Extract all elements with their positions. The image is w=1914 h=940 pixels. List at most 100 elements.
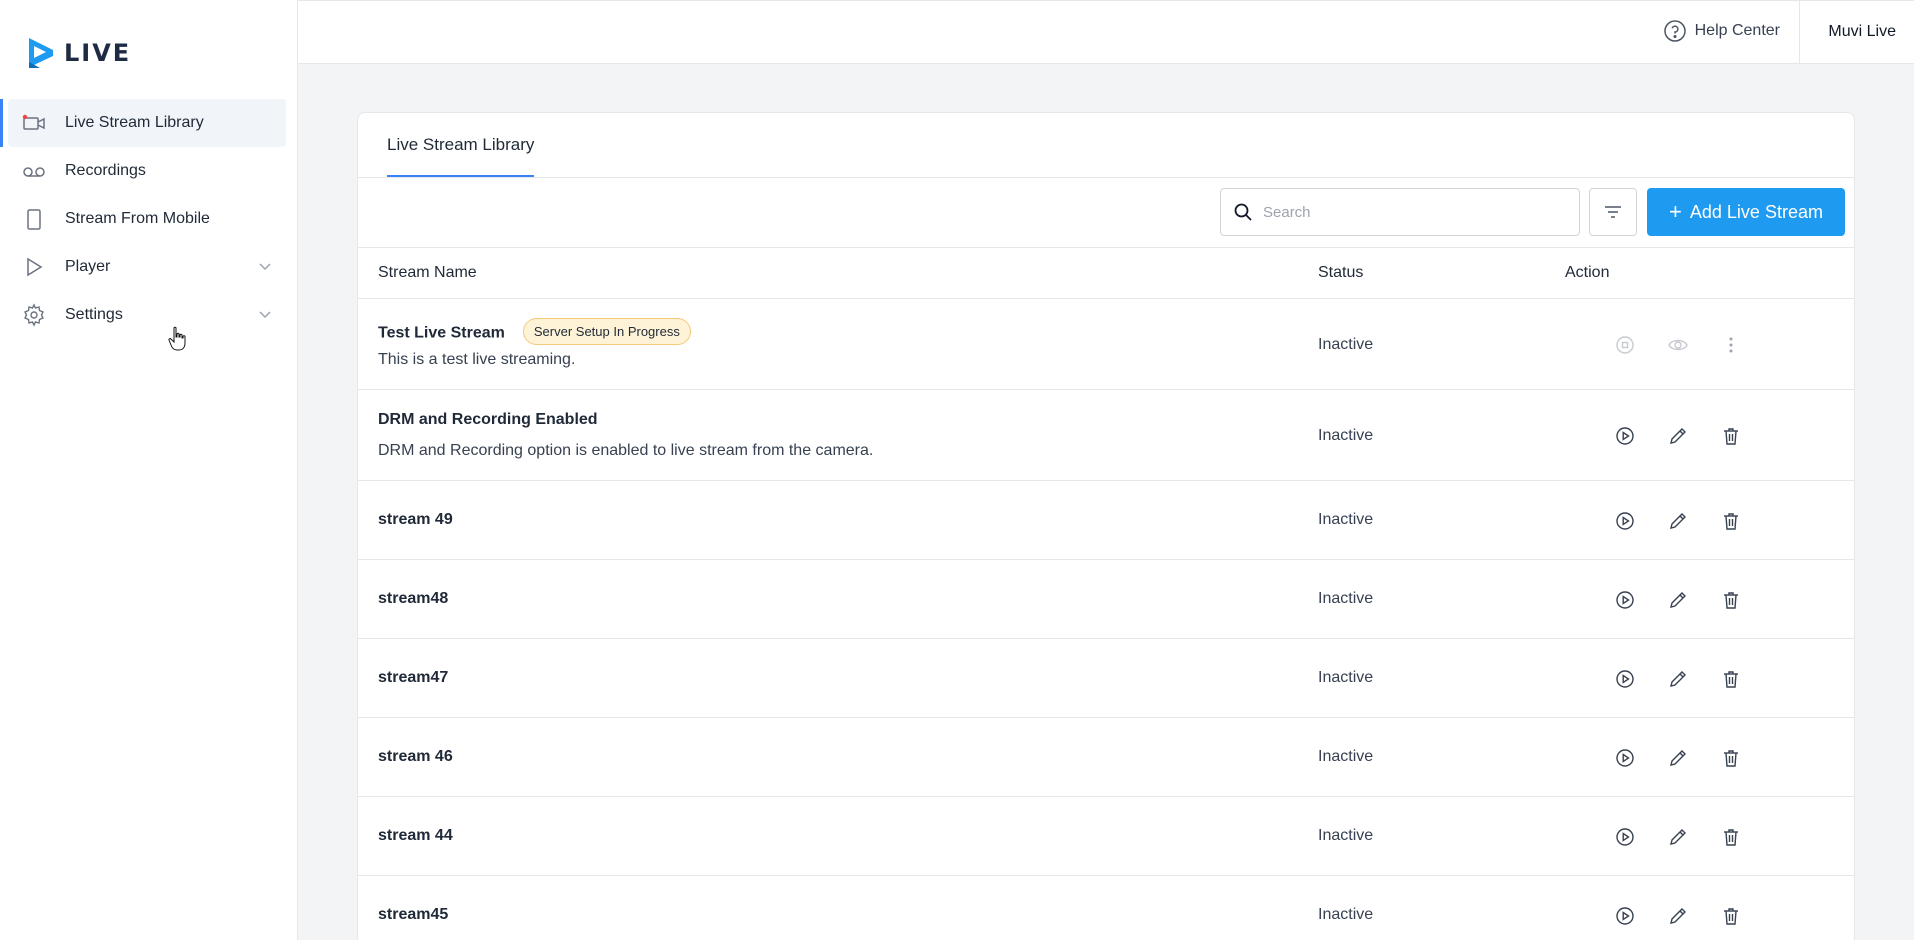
- status-badge: Server Setup In Progress: [522, 318, 691, 345]
- table-row[interactable]: stream 44 Inactive: [358, 797, 1854, 876]
- row-actions: [1613, 667, 1743, 691]
- sidebar-item-label: Player: [65, 258, 111, 275]
- logo-text: LIVE: [64, 39, 132, 67]
- column-header-stream-name: Stream Name: [378, 264, 477, 281]
- table-row[interactable]: stream 46 Inactive: [358, 718, 1854, 797]
- stream-name: stream45: [378, 906, 449, 923]
- hand-cursor-icon: [168, 326, 186, 351]
- stream-status: Inactive: [1318, 669, 1374, 686]
- trash-icon[interactable]: [1719, 424, 1743, 448]
- sidebar-item-live-stream-library[interactable]: Live Stream Library: [0, 99, 286, 147]
- help-center-link[interactable]: Help Center: [1663, 19, 1780, 43]
- table-row[interactable]: stream48 Inactive: [358, 560, 1854, 639]
- table-row[interactable]: DRM and Recording Enabled DRM and Record…: [358, 390, 1854, 481]
- more-vertical-icon[interactable]: [1719, 333, 1743, 357]
- eye-icon[interactable]: [1666, 333, 1690, 357]
- gear-icon: [22, 303, 46, 327]
- user-menu[interactable]: Muvi Live: [1828, 23, 1896, 41]
- play-circle-icon[interactable]: [1613, 746, 1637, 770]
- play-circle-icon[interactable]: [1613, 667, 1637, 691]
- add-live-stream-label: Add Live Stream: [1689, 201, 1823, 222]
- stream-status: Inactive: [1318, 590, 1374, 607]
- help-icon: [1663, 20, 1686, 42]
- sidebar-nav: Live Stream Library Recordings Stream Fr…: [0, 99, 298, 339]
- edit-icon[interactable]: [1666, 509, 1690, 533]
- play-circle-icon[interactable]: [1613, 825, 1637, 849]
- header-divider: [1799, 1, 1800, 64]
- table-row[interactable]: stream 49 Inactive: [358, 481, 1854, 560]
- row-actions: [1613, 333, 1743, 357]
- edit-icon[interactable]: [1666, 667, 1690, 691]
- column-header-status: Status: [1318, 264, 1364, 281]
- row-actions: [1613, 746, 1743, 770]
- column-header-action: Action: [1565, 264, 1610, 281]
- stream-library-card: Live Stream Library + Add Live Stream St…: [357, 112, 1855, 940]
- filter-icon: [1605, 206, 1621, 218]
- sidebar-item-stream-from-mobile[interactable]: Stream From Mobile: [8, 195, 286, 243]
- chevron-down-icon: [259, 263, 271, 271]
- help-center-label: Help Center: [1694, 22, 1780, 39]
- sidebar: LIVE Live Stream Library Recordings Stre…: [0, 0, 298, 940]
- play-circle-icon[interactable]: [1613, 588, 1637, 612]
- filter-button[interactable]: [1589, 188, 1637, 236]
- trash-icon[interactable]: [1719, 825, 1743, 849]
- sidebar-item-label: Live Stream Library: [65, 114, 204, 131]
- play-circle-icon[interactable]: [1613, 904, 1637, 928]
- stream-name: stream48: [378, 590, 449, 607]
- table-row[interactable]: Test Live Stream Server Setup In Progress…: [358, 299, 1854, 390]
- stream-name: DRM and Recording Enabled: [378, 411, 598, 428]
- trash-icon[interactable]: [1719, 588, 1743, 612]
- stream-name: stream 44: [378, 827, 453, 844]
- trash-icon[interactable]: [1719, 746, 1743, 770]
- sidebar-item-settings[interactable]: Settings: [8, 291, 286, 339]
- row-actions: [1613, 509, 1743, 533]
- camera-icon: [22, 111, 46, 135]
- stream-title: Test Live Stream: [378, 324, 505, 342]
- table-row[interactable]: stream45 Inactive: [358, 876, 1854, 940]
- stream-description: DRM and Recording option is enabled to l…: [378, 442, 874, 459]
- chevron-down-icon: [259, 311, 271, 319]
- row-actions: [1613, 588, 1743, 612]
- search-icon: [1234, 203, 1252, 221]
- sidebar-item-recordings[interactable]: Recordings: [8, 147, 286, 195]
- edit-icon[interactable]: [1666, 825, 1690, 849]
- logo[interactable]: LIVE: [26, 36, 131, 70]
- toolbar: + Add Live Stream: [358, 178, 1854, 248]
- tab-live-stream-library[interactable]: Live Stream Library: [387, 135, 535, 177]
- stop-icon[interactable]: [1613, 333, 1637, 357]
- row-actions: [1613, 424, 1743, 448]
- trash-icon[interactable]: [1719, 904, 1743, 928]
- sidebar-item-label: Settings: [65, 306, 123, 323]
- stream-name: stream 49: [378, 511, 453, 528]
- stream-name: Test Live Stream Server Setup In Progress: [378, 318, 691, 347]
- mobile-icon: [22, 207, 46, 231]
- stream-status: Inactive: [1318, 427, 1374, 444]
- edit-icon[interactable]: [1666, 746, 1690, 770]
- search-input[interactable]: [1263, 203, 1563, 221]
- plus-icon: +: [1669, 199, 1682, 224]
- tab-bar: Live Stream Library: [358, 113, 1854, 178]
- trash-icon[interactable]: [1719, 509, 1743, 533]
- stream-name: stream 46: [378, 748, 453, 765]
- table-header: Stream Name Status Action: [358, 248, 1854, 299]
- row-actions: [1613, 904, 1743, 928]
- row-actions: [1613, 825, 1743, 849]
- edit-icon[interactable]: [1666, 904, 1690, 928]
- edit-icon[interactable]: [1666, 588, 1690, 612]
- sidebar-item-label: Stream From Mobile: [65, 210, 210, 227]
- table-row[interactable]: stream47 Inactive: [358, 639, 1854, 718]
- voicemail-icon: [22, 159, 46, 183]
- stream-status: Inactive: [1318, 336, 1374, 353]
- trash-icon[interactable]: [1719, 667, 1743, 691]
- play-circle-icon[interactable]: [1613, 509, 1637, 533]
- stream-status: Inactive: [1318, 511, 1374, 528]
- edit-icon[interactable]: [1666, 424, 1690, 448]
- search-box[interactable]: [1220, 188, 1580, 236]
- add-live-stream-button[interactable]: + Add Live Stream: [1647, 188, 1845, 236]
- live-logo-icon: [29, 38, 53, 68]
- sidebar-item-label: Recordings: [65, 162, 146, 179]
- stream-status: Inactive: [1318, 906, 1374, 923]
- sidebar-item-player[interactable]: Player: [8, 243, 286, 291]
- stream-status: Inactive: [1318, 748, 1374, 765]
- play-circle-icon[interactable]: [1613, 424, 1637, 448]
